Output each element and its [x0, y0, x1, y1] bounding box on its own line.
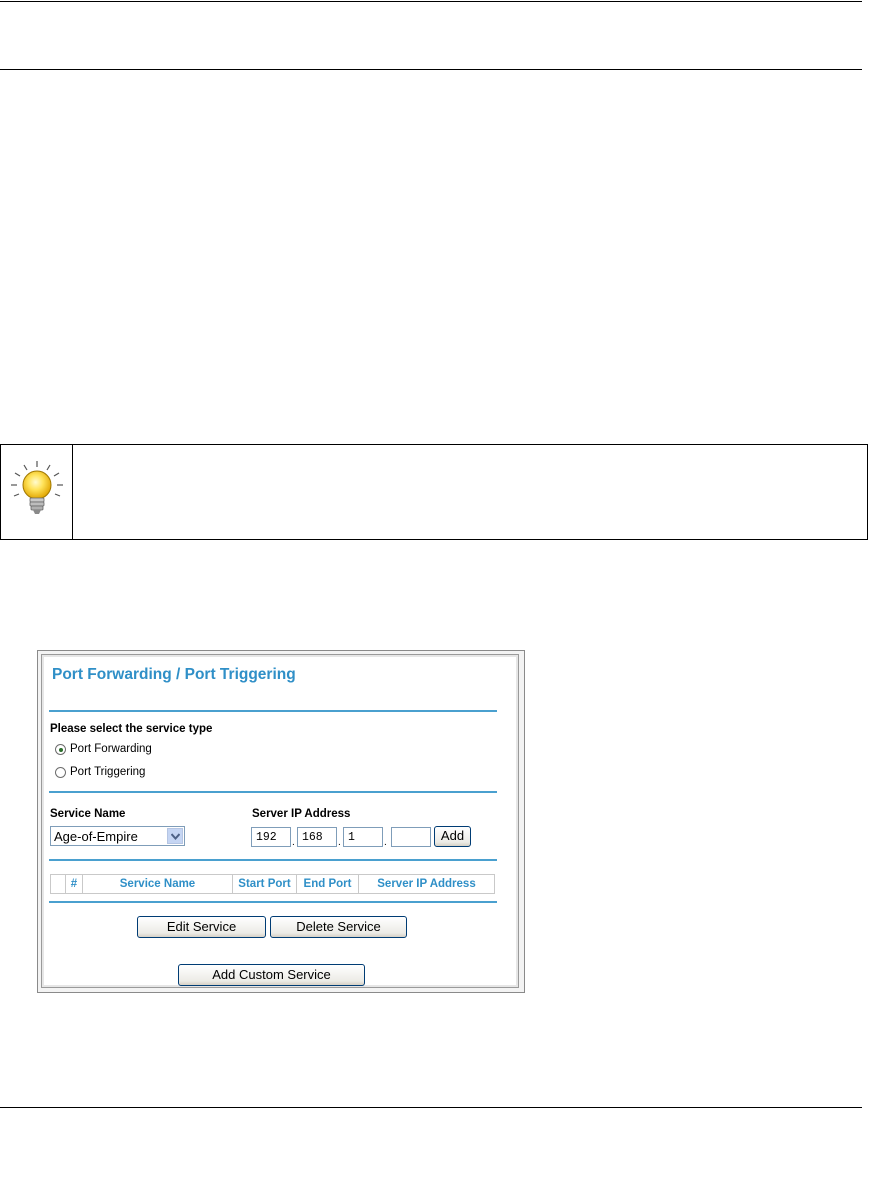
delete-service-button[interactable]: Delete Service	[270, 916, 407, 938]
divider	[49, 901, 497, 903]
service-name-select[interactable]: Age-of-Empire	[50, 826, 185, 846]
panel-content: Port Forwarding / Port Triggering Please…	[41, 654, 519, 988]
edit-service-button[interactable]: Edit Service	[137, 916, 266, 938]
ip-dot: .	[384, 837, 387, 848]
divider	[49, 859, 497, 861]
radio-port-forwarding[interactable]	[55, 744, 66, 755]
divider	[49, 791, 497, 793]
tip-icon-cell	[1, 445, 73, 539]
ip-dot: .	[338, 837, 341, 848]
ip-octet-1[interactable]: 192	[251, 827, 291, 847]
server-ip-label: Server IP Address	[252, 808, 351, 820]
add-custom-service-button[interactable]: Add Custom Service	[178, 964, 365, 986]
header-rule-bottom	[0, 69, 862, 70]
table-header-start-port: Start Port	[232, 875, 296, 893]
ip-octet-4[interactable]	[391, 827, 431, 847]
header-rule-top	[0, 1, 862, 2]
footer-rule	[0, 1107, 862, 1108]
divider	[49, 710, 497, 712]
radio-port-triggering[interactable]	[55, 767, 66, 778]
ip-octet-3[interactable]: 1	[343, 827, 383, 847]
table-header-number: #	[65, 875, 82, 893]
table-header-end-port: End Port	[296, 875, 358, 893]
port-forwarding-panel: Port Forwarding / Port Triggering Please…	[37, 650, 525, 993]
table-header-service-name: Service Name	[82, 875, 232, 893]
service-name-value: Age-of-Empire	[54, 829, 138, 844]
lightbulb-icon	[11, 461, 63, 514]
ip-octet-2[interactable]: 168	[297, 827, 337, 847]
table-header-select	[51, 875, 65, 893]
table-header-server-ip: Server IP Address	[358, 875, 494, 893]
ip-dot: .	[292, 837, 295, 848]
chevron-down-icon[interactable]	[167, 828, 183, 844]
service-name-label: Service Name	[50, 808, 126, 820]
radio-port-triggering-label[interactable]: Port Triggering	[70, 766, 145, 778]
page-title: Port Forwarding / Port Triggering	[52, 666, 296, 683]
service-type-label: Please select the service type	[50, 723, 213, 735]
add-button[interactable]: Add	[434, 826, 471, 847]
radio-port-forwarding-label[interactable]: Port Forwarding	[70, 743, 152, 755]
service-table-header: # Service Name Start Port End Port Serve…	[50, 874, 495, 894]
tip-box	[0, 444, 868, 540]
